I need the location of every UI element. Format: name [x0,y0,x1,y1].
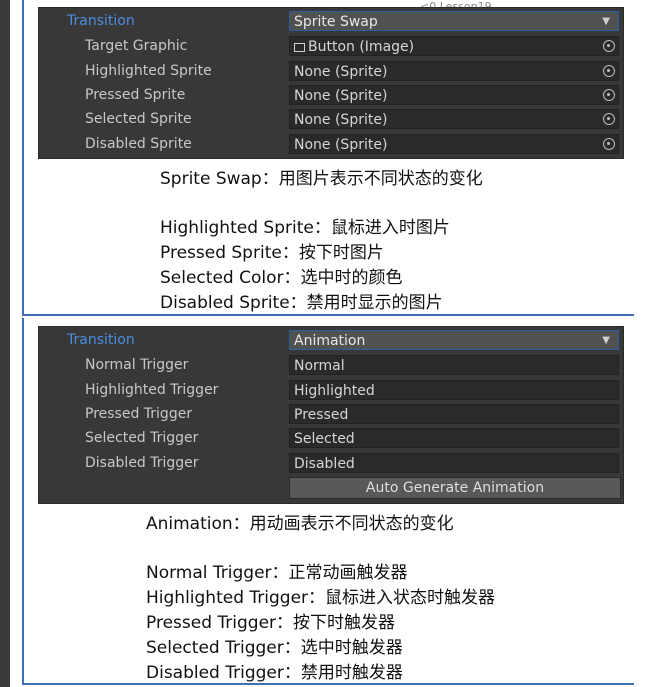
disabled-sprite-value: None (Sprite) [294,137,388,153]
pressed-sprite-row: Pressed Sprite None (Sprite) [39,84,623,106]
note-highlighted-sprite: Highlighted Sprite：鼠标进入时图片 [160,218,450,238]
normal-trigger-row: Normal Trigger Normal [39,354,623,376]
transition-value: Sprite Swap [294,14,378,30]
transition-dropdown[interactable]: Sprite Swap ▼ [289,11,619,31]
card2-border-left [22,318,24,684]
pressed-trigger-value: Pressed [294,407,349,423]
selected-trigger-row: Selected Trigger Selected [39,427,623,449]
image-icon [294,43,305,52]
transition-value: Animation [294,333,366,349]
note-highlighted-trigger: Highlighted Trigger：鼠标进入状态时触发器 [146,588,496,608]
sprite-swap-inspector-panel: Transition Sprite Swap ▼ Target Graphic … [38,7,624,159]
note-animation: Animation：用动画表示不同状态的变化 [146,514,454,534]
transition-dropdown[interactable]: Animation ▼ [289,330,619,350]
object-picker-icon[interactable] [603,138,615,150]
normal-trigger-label: Normal Trigger [85,357,189,373]
note-pressed-trigger: Pressed Trigger：按下时触发器 [146,613,396,633]
selected-sprite-field[interactable]: None (Sprite) [289,109,619,129]
selected-sprite-label: Selected Sprite [85,111,192,127]
selected-trigger-label: Selected Trigger [85,430,199,446]
target-graphic-label: Target Graphic [85,38,188,54]
disabled-trigger-field[interactable]: Disabled [289,453,619,473]
note-disabled-sprite: Disabled Sprite：禁用时显示的图片 [160,293,443,313]
dropdown-arrow-icon: ▼ [602,335,610,346]
background-window-strip [0,0,30,687]
pressed-trigger-label: Pressed Trigger [85,406,193,422]
note-normal-trigger: Normal Trigger：正常动画触发器 [146,563,408,583]
note-selected-color: Selected Color：选中时的颜色 [160,268,403,288]
selected-trigger-value: Selected [294,431,355,447]
highlighted-sprite-field[interactable]: None (Sprite) [289,61,619,81]
highlighted-trigger-label: Highlighted Trigger [85,382,219,398]
object-picker-icon[interactable] [603,65,615,77]
disabled-sprite-label: Disabled Sprite [85,136,192,152]
target-graphic-field[interactable]: Button (Image) [289,36,619,56]
disabled-sprite-row: Disabled Sprite None (Sprite) [39,133,623,155]
pressed-sprite-label: Pressed Sprite [85,87,186,103]
dropdown-arrow-icon: ▼ [602,16,610,27]
transition-label: Transition [67,13,135,29]
auto-generate-animation-button[interactable]: Auto Generate Animation [289,477,621,499]
highlighted-trigger-field[interactable]: Highlighted [289,380,619,400]
note-sprite-swap: Sprite Swap：用图片表示不同状态的变化 [160,169,483,189]
transition-row: Transition Animation ▼ [39,329,623,351]
normal-trigger-field[interactable]: Normal [289,355,619,375]
selected-sprite-value: None (Sprite) [294,112,388,128]
highlighted-sprite-value: None (Sprite) [294,64,388,80]
note-pressed-sprite: Pressed Sprite：按下时图片 [160,243,384,263]
highlighted-sprite-label: Highlighted Sprite [85,63,212,79]
disabled-trigger-value: Disabled [294,456,355,472]
transition-row: Transition Sprite Swap ▼ [39,10,623,32]
disabled-trigger-row: Disabled Trigger Disabled [39,452,623,474]
object-picker-icon[interactable] [603,113,615,125]
highlighted-trigger-value: Highlighted [294,383,375,399]
pressed-trigger-row: Pressed Trigger Pressed [39,403,623,425]
card2-border-bottom [22,683,634,685]
animation-inspector-panel: Transition Animation ▼ Normal Trigger No… [38,326,624,504]
card1-border-left [22,0,24,316]
object-picker-icon[interactable] [603,40,615,52]
selected-sprite-row: Selected Sprite None (Sprite) [39,108,623,130]
note-selected-trigger: Selected Trigger：选中时触发器 [146,638,403,658]
object-picker-icon[interactable] [603,89,615,101]
disabled-trigger-label: Disabled Trigger [85,455,199,471]
highlighted-sprite-row: Highlighted Sprite None (Sprite) [39,60,623,82]
selected-trigger-field[interactable]: Selected [289,428,619,448]
target-graphic-value: Button (Image) [308,39,415,55]
normal-trigger-value: Normal [294,358,345,374]
pressed-sprite-field[interactable]: None (Sprite) [289,85,619,105]
highlighted-trigger-row: Highlighted Trigger Highlighted [39,379,623,401]
pressed-trigger-field[interactable]: Pressed [289,404,619,424]
disabled-sprite-field[interactable]: None (Sprite) [289,134,619,154]
target-graphic-row: Target Graphic Button (Image) [39,35,623,57]
card1-border-bottom [22,314,634,316]
note-disabled-trigger: Disabled Trigger：禁用时触发器 [146,663,403,683]
pressed-sprite-value: None (Sprite) [294,88,388,104]
transition-label: Transition [67,332,135,348]
